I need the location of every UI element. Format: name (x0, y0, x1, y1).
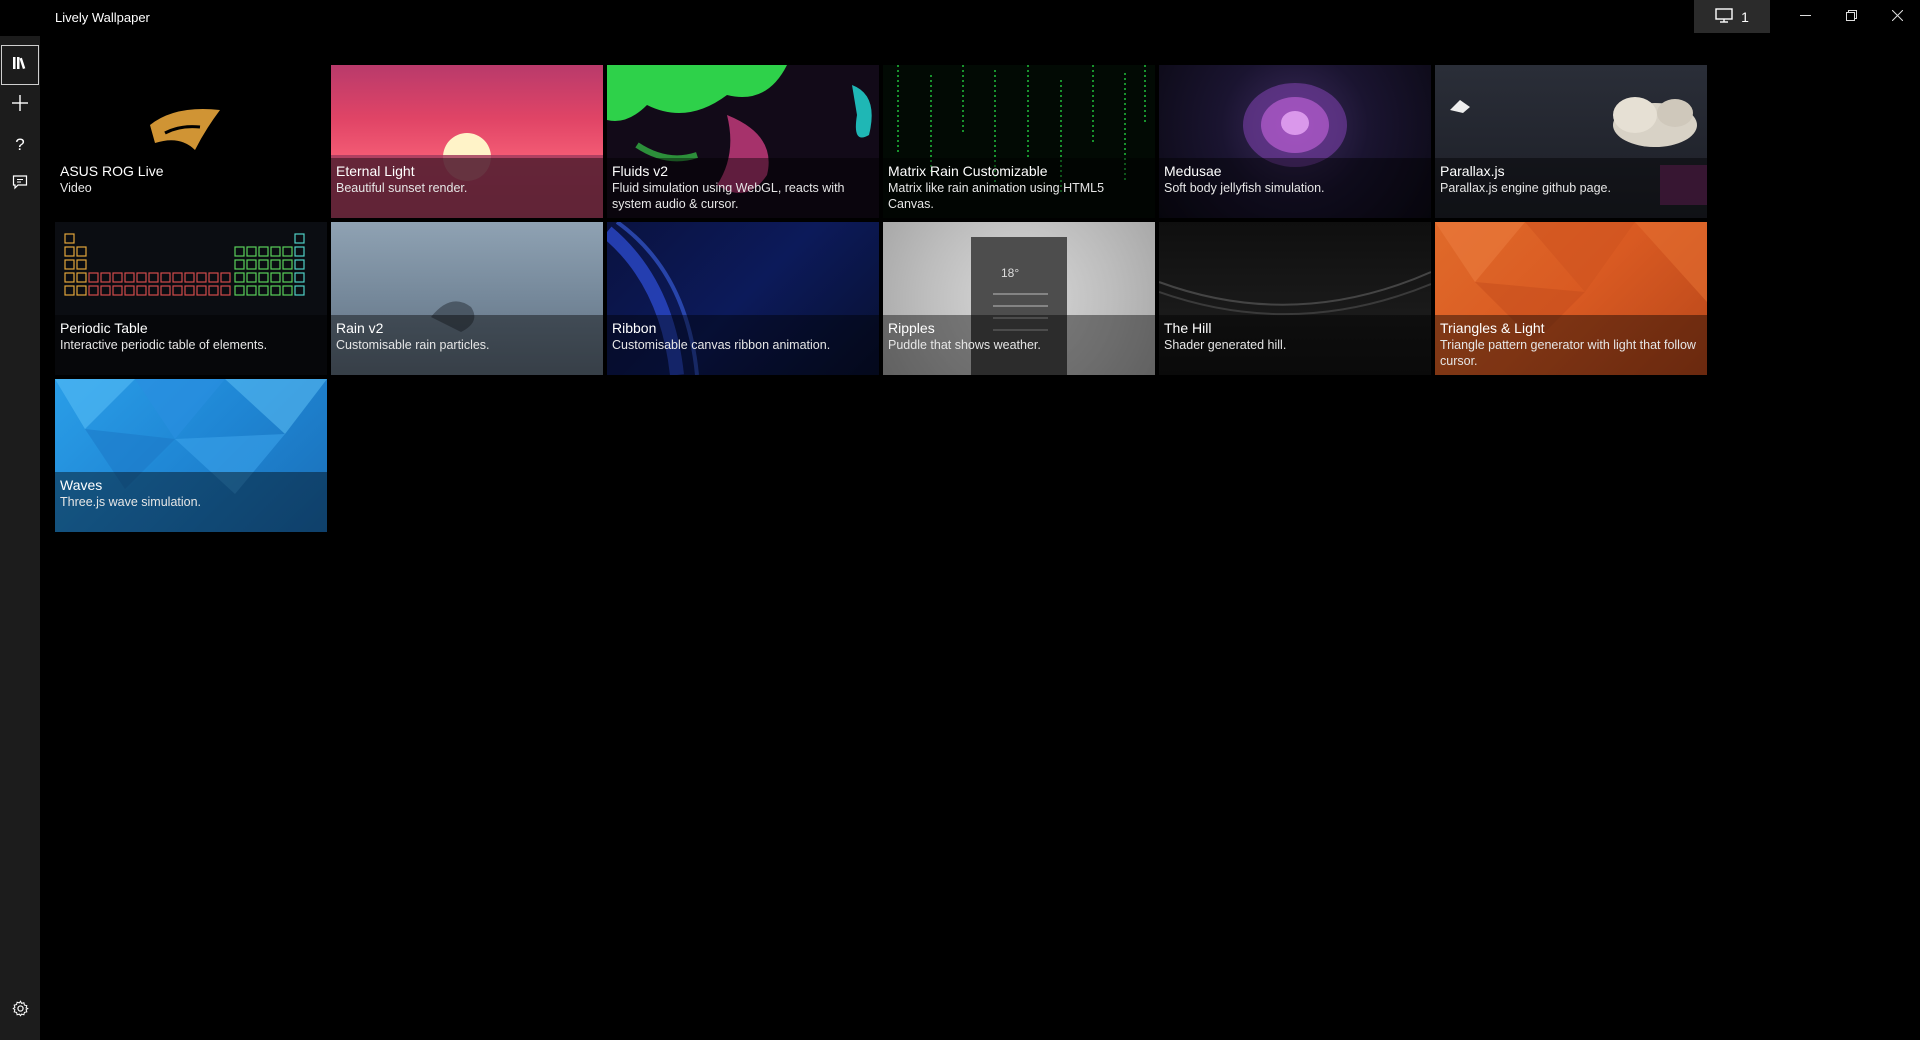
wallpaper-tile-periodic-table[interactable]: Periodic Table Interactive periodic tabl… (55, 222, 327, 375)
nav-library[interactable] (1, 45, 39, 85)
nav-help[interactable]: ? (0, 125, 40, 165)
tile-description: Customisable rain particles. (336, 338, 490, 352)
wallpaper-tile-triangles-light[interactable]: Triangles & Light Triangle pattern gener… (1435, 222, 1707, 375)
close-icon (1891, 8, 1903, 26)
tile-title: Waves (60, 477, 103, 493)
app-title: Lively Wallpaper (55, 10, 150, 25)
tile-description: Video (60, 181, 92, 195)
tile-description: Triangle pattern generator with light th… (1440, 338, 1696, 368)
tile-title: Ripples (888, 320, 935, 336)
wallpaper-tile-ribbon[interactable]: Ribbon Customisable canvas ribbon animat… (607, 222, 879, 375)
wallpaper-tile-medusae[interactable]: Medusae Soft body jellyfish simulation. (1159, 65, 1431, 218)
restore-button[interactable] (1828, 0, 1874, 33)
tile-title: ASUS ROG Live (60, 163, 164, 179)
tile-title: Triangles & Light (1440, 320, 1545, 336)
wallpaper-tile-ripples[interactable]: 18° Ripples Puddle that shows weather. (883, 222, 1155, 375)
nav-feedback[interactable] (0, 164, 40, 204)
tile-description: Fluid simulation using WebGL, reacts wit… (612, 181, 845, 211)
tile-title: Matrix Rain Customizable (888, 163, 1048, 179)
wallpaper-tile-asus-rog-live[interactable]: ASUS ROG Live Video (55, 65, 327, 218)
tile-title: Parallax.js (1440, 163, 1505, 179)
tile-title: The Hill (1164, 320, 1212, 336)
tile-title: Ribbon (612, 320, 657, 336)
feedback-icon (12, 174, 28, 195)
tile-title: Rain v2 (336, 320, 384, 336)
wallpaper-tile-waves[interactable]: Waves Three.js wave simulation. (55, 379, 327, 532)
tile-title: Periodic Table (60, 320, 148, 336)
tile-description: Customisable canvas ribbon animation. (612, 338, 831, 352)
tile-description: Puddle that shows weather. (888, 338, 1041, 352)
tile-description: Beautiful sunset render. (336, 181, 468, 195)
monitor-count: 1 (1741, 8, 1749, 25)
library-icon (11, 55, 29, 76)
gear-icon (11, 1000, 29, 1022)
wallpaper-tile-fluids-v2[interactable]: Fluids v2 Fluid simulation using WebGL, … (607, 65, 879, 218)
monitor-icon (1715, 7, 1733, 26)
wallpaper-tile-eternal-light[interactable]: Eternal Light Beautiful sunset render. (331, 65, 603, 218)
wallpaper-tile-matrix-rain[interactable]: Matrix Rain Customizable Matrix like rai… (883, 65, 1155, 218)
title-bar: Lively Wallpaper 1 (0, 0, 1920, 36)
minimize-button[interactable] (1782, 0, 1828, 33)
tile-description: Shader generated hill. (1164, 338, 1287, 352)
nav-add-wallpaper[interactable] (0, 85, 40, 125)
add-icon (11, 94, 29, 117)
wallpaper-tile-parallax-js[interactable]: Parallax.js Parallax.js engine github pa… (1435, 65, 1707, 218)
nav-settings[interactable] (0, 991, 40, 1031)
wallpaper-tile-rain-v2[interactable]: Rain v2 Customisable rain particles. (331, 222, 603, 375)
svg-text:18°: 18° (1001, 266, 1019, 280)
wallpaper-tile-the-hill[interactable]: The Hill Shader generated hill. (1159, 222, 1431, 375)
restore-icon (1845, 8, 1857, 26)
tile-title: Fluids v2 (612, 163, 669, 179)
monitor-select-button[interactable]: 1 (1694, 0, 1770, 33)
tile-description: Matrix like rain animation using HTML5 C… (888, 181, 1105, 211)
tile-title: Eternal Light (336, 163, 415, 179)
tile-description: Interactive periodic table of elements. (60, 338, 268, 352)
tile-description: Three.js wave simulation. (60, 495, 202, 509)
close-button[interactable] (1874, 0, 1920, 33)
tile-description: Parallax.js engine github page. (1440, 181, 1611, 195)
minimize-icon (1799, 8, 1811, 26)
tile-description: Soft body jellyfish simulation. (1164, 181, 1325, 195)
tile-title: Medusae (1164, 163, 1222, 179)
sidebar: ? (0, 36, 40, 1040)
help-icon: ? (15, 135, 25, 154)
